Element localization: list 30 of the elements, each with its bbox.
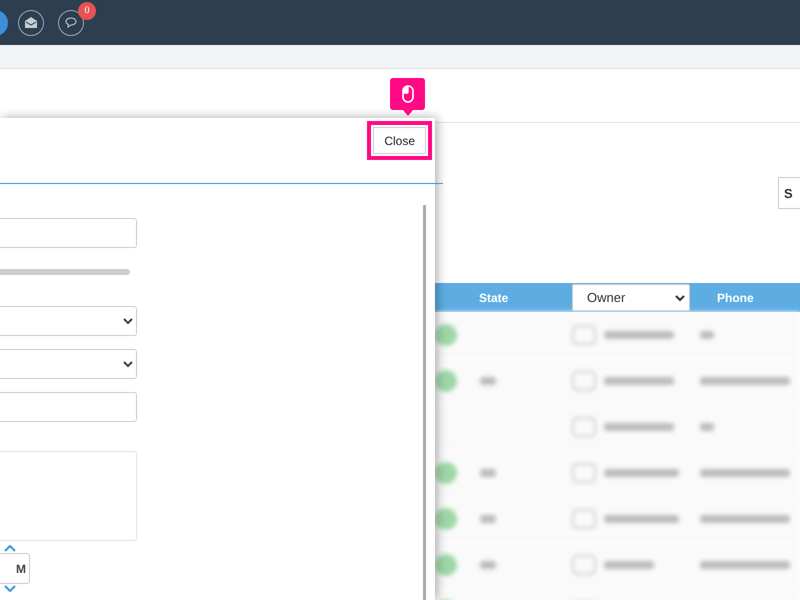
blurred-text <box>604 422 674 430</box>
blurred-text <box>480 376 496 384</box>
speech-bubble-icon <box>65 17 77 28</box>
text-area[interactable] <box>0 451 137 541</box>
mail-icon <box>25 17 37 28</box>
blurred-text <box>480 560 496 568</box>
blurred-text <box>480 468 496 476</box>
select-field[interactable] <box>0 349 137 379</box>
blurred-text <box>604 376 674 384</box>
select-field[interactable] <box>0 306 137 336</box>
input-field[interactable] <box>0 218 137 248</box>
input-field[interactable] <box>0 392 137 422</box>
scrollbar[interactable] <box>0 269 130 275</box>
blurred-text <box>700 422 714 430</box>
blurred-text <box>480 514 496 522</box>
blurred-text <box>700 330 714 338</box>
column-header: Phone <box>716 290 755 304</box>
chevron-icon <box>123 360 133 368</box>
toolbar-button[interactable]: S <box>778 177 800 209</box>
column-header: State <box>478 290 510 304</box>
time-field[interactable]: M <box>0 553 30 584</box>
mail-button[interactable] <box>18 10 44 36</box>
blurred-text <box>604 330 674 338</box>
blurred-text <box>604 560 654 568</box>
mouse-icon <box>402 85 414 103</box>
chevron-icon <box>123 318 133 324</box>
notification-badge: 0 <box>78 2 96 20</box>
scrollbar[interactable] <box>423 205 426 600</box>
close-button[interactable]: Close <box>373 127 426 154</box>
column-select[interactable]: Owner <box>572 284 690 311</box>
